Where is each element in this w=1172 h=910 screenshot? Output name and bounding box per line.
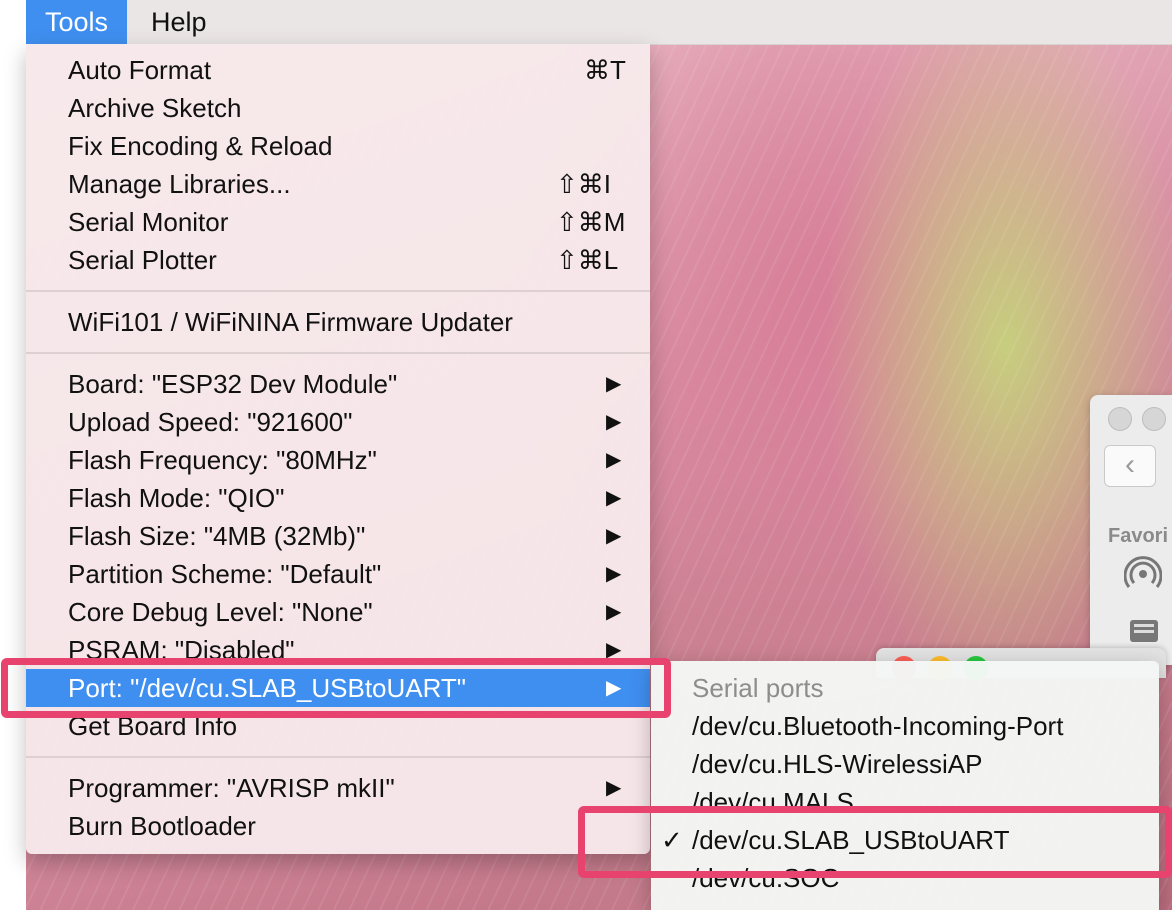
menu-item-label: Board: "ESP32 Dev Module" [68,369,398,399]
port-item-label: /dev/cu.HLS-WirelessiAP [692,749,983,779]
menu-separator [26,352,650,354]
window-minimize-button[interactable] [1142,407,1166,431]
tools-menu: Auto Format ⌘T Archive Sketch Fix Encodi… [26,44,650,854]
menu-item-core-debug-level[interactable]: Core Debug Level: "None" ▶ [26,593,650,631]
menu-item-label: Fix Encoding & Reload [68,131,333,161]
submenu-arrow-icon: ▶ [606,373,622,395]
menu-item-programmer[interactable]: Programmer: "AVRISP mkII" ▶ [26,769,650,807]
menu-item-label: Flash Frequency: "80MHz" [68,445,377,475]
menu-separator [26,290,650,292]
menu-item-serial-plotter[interactable]: Serial Plotter ⇧⌘L [26,241,650,279]
menu-item-label: Archive Sketch [68,93,242,123]
menu-item-serial-monitor[interactable]: Serial Monitor ⇧⌘M [26,203,650,241]
menu-item-partition-scheme[interactable]: Partition Scheme: "Default" ▶ [26,555,650,593]
menu-item-label: Core Debug Level: "None" [68,597,373,627]
finder-window: ‹ Favori [1090,395,1172,665]
menu-item-firmware-updater[interactable]: WiFi101 / WiFiNINA Firmware Updater [26,303,650,341]
shortcut-label: ⇧⌘L [556,245,619,275]
menu-item-burn-bootloader[interactable]: Burn Bootloader [26,807,650,845]
menu-item-auto-format[interactable]: Auto Format ⌘T [26,51,650,89]
menu-item-fix-encoding[interactable]: Fix Encoding & Reload [26,127,650,165]
menu-separator [26,756,650,758]
menu-help[interactable]: Help [132,0,226,44]
menu-bar: Tools Help [26,0,1172,45]
menu-item-label: Flash Size: "4MB (32Mb)" [68,521,366,551]
shortcut-label: ⌘T [584,55,626,85]
menu-item-flash-mode[interactable]: Flash Mode: "QIO" ▶ [26,479,650,517]
favorites-heading: Favori [1108,525,1169,547]
menu-item-label: WiFi101 / WiFiNINA Firmware Updater [68,307,513,337]
menu-item-board[interactable]: Board: "ESP32 Dev Module" ▶ [26,365,650,403]
submenu-arrow-icon: ▶ [606,487,622,509]
shortcut-label: ⇧⌘M [556,207,626,237]
menu-item-manage-libraries[interactable]: Manage Libraries... ⇧⌘I [26,165,650,203]
menu-item-flash-size[interactable]: Flash Size: "4MB (32Mb)" ▶ [26,517,650,555]
port-item-bluetooth[interactable]: /dev/cu.Bluetooth-Incoming-Port [651,707,1159,745]
menu-item-archive-sketch[interactable]: Archive Sketch [26,89,650,127]
menu-item-label: Flash Mode: "QIO" [68,483,285,513]
menu-item-label: Upload Speed: "921600" [68,407,353,437]
port-item-label: /dev/cu.Bluetooth-Incoming-Port [692,711,1064,741]
back-button[interactable]: ‹ [1104,445,1156,487]
port-item-hls-wireless[interactable]: /dev/cu.HLS-WirelessiAP [651,745,1159,783]
menu-item-label: Programmer: "AVRISP mkII" [68,773,395,803]
highlight-selected-port [578,806,1172,878]
window-close-button[interactable] [1108,407,1132,431]
submenu-arrow-icon: ▶ [606,525,622,547]
highlight-port-menu-item [1,658,671,718]
shortcut-label: ⇧⌘I [556,169,612,199]
submenu-arrow-icon: ▶ [606,777,622,799]
menu-item-label: Partition Scheme: "Default" [68,559,382,589]
menu-item-upload-speed[interactable]: Upload Speed: "921600" ▶ [26,403,650,441]
submenu-header: Serial ports [651,669,1159,707]
menu-tools[interactable]: Tools [26,0,128,44]
menu-item-label: Burn Bootloader [68,811,256,841]
submenu-header-label: Serial ports [692,673,824,703]
submenu-arrow-icon: ▶ [606,411,622,433]
menu-item-label: Auto Format [68,55,212,85]
menu-item-label: Manage Libraries... [68,169,291,199]
menu-item-flash-frequency[interactable]: Flash Frequency: "80MHz" ▶ [26,441,650,479]
airdrop-icon[interactable] [1123,555,1163,601]
menu-item-label: Serial Monitor [68,207,229,237]
menu-item-label: Serial Plotter [68,245,217,275]
submenu-arrow-icon: ▶ [606,449,622,471]
submenu-arrow-icon: ▶ [606,563,622,585]
submenu-arrow-icon: ▶ [606,601,622,623]
